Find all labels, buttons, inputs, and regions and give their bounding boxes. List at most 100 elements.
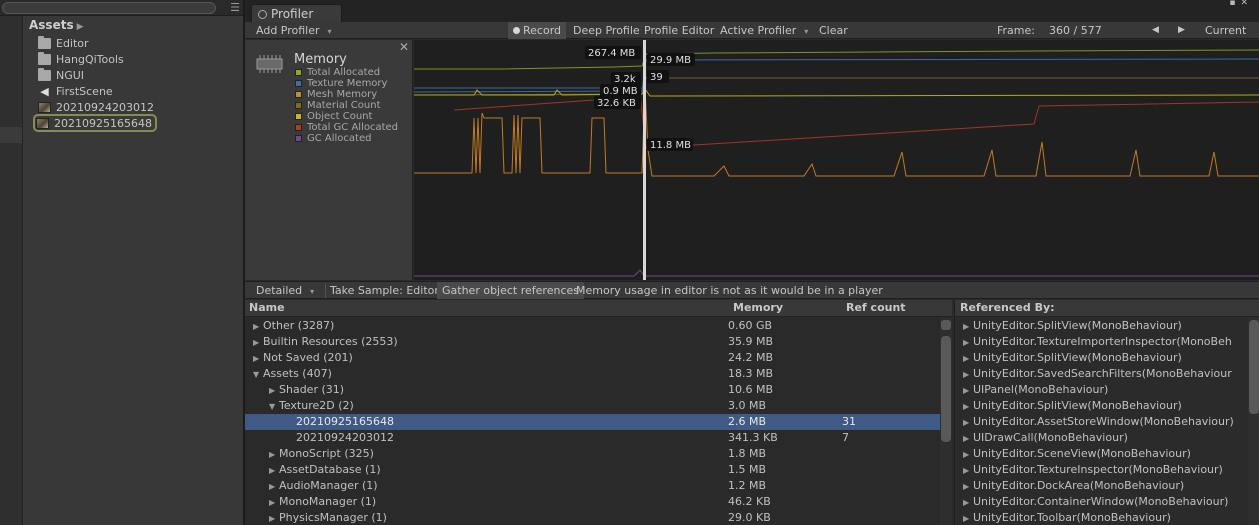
take-sample-button[interactable]: Take Sample: Editor xyxy=(325,282,444,299)
expand-triangle-icon[interactable]: ▶ xyxy=(963,431,973,447)
column-name-header[interactable]: Name xyxy=(249,301,285,314)
expand-triangle-icon[interactable]: ▶ xyxy=(269,383,279,399)
expand-triangle-icon[interactable]: ▶ xyxy=(269,511,279,525)
list-item[interactable]: ▶ UnityEditor.SplitView(MonoBehaviour) xyxy=(955,318,1248,334)
asset-item-20210925165648[interactable]: 20210925165648 xyxy=(33,114,157,132)
asset-item-hangqitools[interactable]: HangQiTools xyxy=(38,51,124,67)
expand-triangle-icon[interactable]: ▶ xyxy=(963,399,973,415)
collapse-triangle-icon[interactable]: ▼ xyxy=(253,367,263,383)
expand-triangle-icon[interactable]: ▶ xyxy=(963,463,973,479)
expand-triangle-icon[interactable]: ▶ xyxy=(269,479,279,495)
scroll-up-button[interactable] xyxy=(941,320,951,330)
close-window-icon[interactable]: ✕ xyxy=(1240,0,1253,8)
table-row[interactable]: ▶ Not Saved (201) 24.2 MB xyxy=(245,350,940,366)
favorite-filter-icon[interactable]: ☰ xyxy=(230,1,240,14)
legend-item-total-allocated[interactable]: Total Allocated xyxy=(295,67,380,78)
legend-item-object-count[interactable]: Object Count xyxy=(295,111,372,122)
expand-triangle-icon[interactable]: ▶ xyxy=(963,479,973,495)
row-name: Other (3287) xyxy=(263,319,335,332)
list-item[interactable]: ▶ UnityEditor.SavedSearchFilters(MonoBeha… xyxy=(955,366,1248,382)
view-mode-dropdown[interactable]: Detailed xyxy=(251,282,322,299)
legend-swatch xyxy=(295,135,302,142)
active-profiler-dropdown[interactable]: Active Profiler xyxy=(715,22,813,39)
table-row[interactable]: ▶ AudioManager (1) 1.2 MB xyxy=(245,478,940,494)
list-item[interactable]: ▶ UnityEditor.SplitView(MonoBehaviour) xyxy=(955,350,1248,366)
gather-references-toggle[interactable]: Gather object references xyxy=(437,282,584,299)
table-scrollbar[interactable] xyxy=(940,318,952,525)
project-search-input[interactable] xyxy=(2,2,216,14)
frame-selection-line[interactable] xyxy=(643,40,646,280)
tab-profiler[interactable]: Profiler xyxy=(251,4,342,22)
table-row[interactable]: ▼ Texture2D (2) 3.0 MB xyxy=(245,398,940,414)
value-label-mesh-memory: 0.9 MB xyxy=(603,86,638,97)
table-row[interactable]: ▶ MonoScript (325) 1.8 MB xyxy=(245,446,940,462)
minimize-icon[interactable]: ▪ xyxy=(1229,0,1240,8)
legend-item-texture-memory[interactable]: Texture Memory xyxy=(295,78,387,89)
expand-triangle-icon[interactable]: ▶ xyxy=(963,351,973,367)
legend-item-material-count[interactable]: Material Count xyxy=(295,100,381,111)
legend-item-gc-allocated[interactable]: GC Allocated xyxy=(295,133,371,144)
list-item[interactable]: ▶ UnityEditor.TextureInspector(MonoBehavi… xyxy=(955,462,1248,478)
list-item[interactable]: ▶ UnityEditor.DockArea(MonoBehaviour) xyxy=(955,478,1248,494)
current-frame-button[interactable]: Current xyxy=(1200,22,1251,39)
table-row[interactable]: 20210924203012 341.3 KB 7 xyxy=(245,430,940,446)
referenced-by-scroll-thumb[interactable] xyxy=(1249,320,1259,414)
list-item[interactable]: ▶ UnityEditor.AssetStoreWindow(MonoBehavi… xyxy=(955,414,1248,430)
collapse-triangle-icon[interactable]: ▼ xyxy=(269,399,279,415)
legend-item-total-gc-allocated[interactable]: Total GC Allocated xyxy=(295,122,398,133)
list-item[interactable]: ▶ UnityEditor.ContainerWindow(MonoBehavio… xyxy=(955,494,1248,510)
expand-triangle-icon[interactable]: ▶ xyxy=(253,319,263,335)
profile-editor-toggle[interactable]: Profile Editor xyxy=(639,22,719,39)
column-refcount-header[interactable]: Ref count xyxy=(846,301,906,314)
expand-triangle-icon[interactable]: ▶ xyxy=(963,367,973,383)
expand-triangle-icon[interactable]: ▶ xyxy=(269,463,279,479)
list-item[interactable]: ▶ UnityEditor.Toolbar(MonoBehaviour) xyxy=(955,510,1248,525)
add-profiler-dropdown[interactable]: Add Profiler xyxy=(251,22,370,39)
row-memory: 1.8 MB xyxy=(728,447,767,460)
table-row[interactable]: ▶ Other (3287) 0.60 GB xyxy=(245,318,940,334)
list-item[interactable]: ▶ UnityEditor.SceneView(MonoBehaviour) xyxy=(955,446,1248,462)
list-item[interactable]: ▶ UnityEditor.TextureImporterInspector(Mo… xyxy=(955,334,1248,350)
list-item[interactable]: ▶ UIPanel(MonoBehaviour) xyxy=(955,382,1248,398)
reference-label: UnityEditor.SplitView(MonoBehaviour) xyxy=(973,399,1182,412)
expand-triangle-icon[interactable]: ▶ xyxy=(963,495,973,511)
table-row[interactable]: ▶ PhysicsManager (1) 29.0 KB xyxy=(245,510,940,525)
prev-frame-button[interactable]: ◀ xyxy=(1147,22,1164,39)
expand-triangle-icon[interactable]: ▶ xyxy=(963,415,973,431)
table-scroll-thumb[interactable] xyxy=(941,336,951,442)
table-row-selected[interactable]: 20210925165648 2.6 MB 31 xyxy=(245,414,940,430)
list-item[interactable]: ▶ UnityEditor.SplitView(MonoBehaviour) xyxy=(955,398,1248,414)
table-row[interactable]: ▶ MonoManager (1) 46.2 KB xyxy=(245,494,940,510)
asset-item-label: HangQiTools xyxy=(56,52,124,66)
column-memory-header[interactable]: Memory xyxy=(733,301,783,314)
expand-triangle-icon[interactable]: ▶ xyxy=(963,383,973,399)
memory-chart[interactable]: 267.4 MB 29.9 MB 3.2k 39 0.9 MB 32.6 KB … xyxy=(414,40,1259,280)
asset-item-firstscene[interactable]: ◀ FirstScene xyxy=(38,83,112,99)
close-icon[interactable]: ✕ xyxy=(399,40,409,54)
clear-button[interactable]: Clear xyxy=(814,22,853,39)
asset-item-editor[interactable]: Editor xyxy=(38,35,89,51)
list-item[interactable]: ▶ UIDrawCall(MonoBehaviour) xyxy=(955,430,1248,446)
expand-triangle-icon[interactable]: ▶ xyxy=(963,335,973,351)
table-row[interactable]: ▶ Shader (31) 10.6 MB xyxy=(245,382,940,398)
asset-item-20210924203012[interactable]: 20210924203012 xyxy=(38,99,154,115)
table-row[interactable]: ▼ Assets (407) 18.3 MB xyxy=(245,366,940,382)
record-toggle[interactable]: Record xyxy=(508,22,567,39)
texture-thumbnail-icon xyxy=(36,117,49,129)
assets-breadcrumb[interactable]: Assets ▶ xyxy=(24,16,243,34)
expand-triangle-icon[interactable]: ▶ xyxy=(253,335,263,351)
expand-triangle-icon[interactable]: ▶ xyxy=(269,447,279,463)
legend-item-mesh-memory[interactable]: Mesh Memory xyxy=(295,89,377,100)
expand-triangle-icon[interactable]: ▶ xyxy=(963,511,973,525)
expand-triangle-icon[interactable]: ▶ xyxy=(269,495,279,511)
deep-profile-toggle[interactable]: Deep Profile xyxy=(568,22,645,39)
next-frame-button[interactable]: ▶ xyxy=(1173,22,1190,39)
table-row[interactable]: ▶ AssetDatabase (1) 1.5 MB xyxy=(245,462,940,478)
expand-triangle-icon[interactable]: ▶ xyxy=(253,351,263,367)
asset-item-ngui[interactable]: NGUI xyxy=(38,67,84,83)
expand-triangle-icon[interactable]: ▶ xyxy=(963,447,973,463)
table-row[interactable]: ▶ Builtin Resources (2553) 35.9 MB xyxy=(245,334,940,350)
legend-swatch xyxy=(295,124,302,131)
referenced-by-scrollbar[interactable] xyxy=(1248,318,1259,525)
expand-triangle-icon[interactable]: ▶ xyxy=(963,319,973,335)
